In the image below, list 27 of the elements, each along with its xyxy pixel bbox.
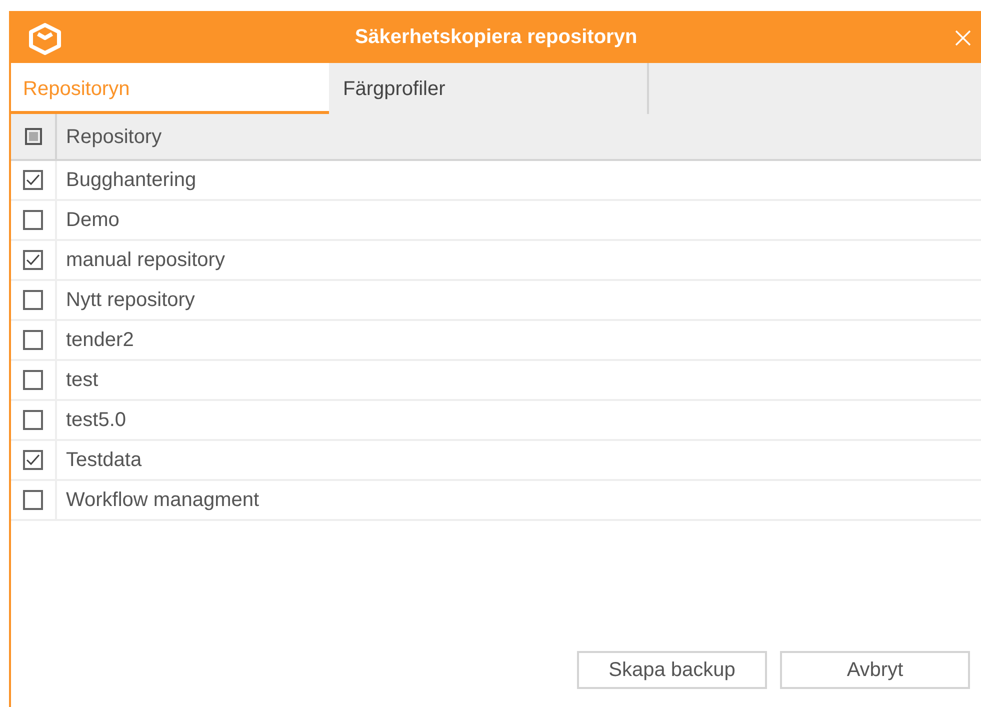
dialog-button[interactable]: Avbryt [780,651,970,689]
repository-name: Nytt repository [65,288,196,313]
checkbox[interactable] [23,370,43,390]
checkbox[interactable] [23,290,43,310]
checkmark-icon [26,254,40,266]
repository-name: manual repository [65,248,226,273]
checkbox[interactable] [23,490,43,510]
checkbox[interactable] [23,210,43,230]
checkbox[interactable] [23,170,43,190]
checkbox[interactable] [23,330,43,350]
checkbox[interactable] [23,450,43,470]
cube-icon [28,23,62,55]
repository-name: Bugghantering [65,168,198,193]
column-header-label: Repository [65,124,163,150]
select-all-checkbox[interactable] [24,128,42,145]
checkbox[interactable] [23,250,43,270]
repository-name: test5.0 [65,408,128,433]
repository-name: tender2 [65,328,135,353]
repository-name: Testdata [65,448,143,473]
repository-name: Workflow managment [65,488,260,513]
repository-name: test [65,368,100,393]
checkmark-icon [26,454,40,466]
window-title: Säkerhetskopiera repositoryn [354,25,638,50]
checkbox[interactable] [23,410,43,430]
dialog-button[interactable]: Skapa backup [577,651,767,689]
repository-name: Demo [65,208,120,233]
checkmark-icon [26,174,40,186]
